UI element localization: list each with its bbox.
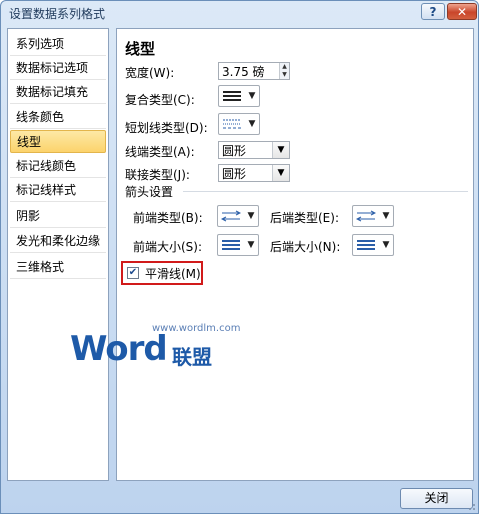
smooth-line-label[interactable]: 平滑线(M) [145, 265, 201, 282]
join-type-value: 圆形 [222, 166, 247, 181]
width-label: 宽度(W): [125, 66, 175, 80]
nav-item-line-color[interactable]: 线条颜色 [10, 106, 106, 129]
smooth-line-checkbox[interactable]: ✔ [127, 267, 139, 279]
chevron-down-icon[interactable]: ▼ [272, 165, 289, 181]
compound-line-icon [223, 91, 241, 101]
settings-panel: 线型 宽度(W): ▲▼ 复合类型(C): ▼ 短划线类型(D): ▼ 线端类型… [70, 28, 474, 481]
category-list: 系列选项 数据标记选项 数据标记填充 线条颜色 线型 标记线颜色 标记线样式 阴… [7, 28, 109, 481]
chevron-down-icon: ▼ [248, 119, 256, 129]
nav-item-line-style[interactable]: 线型 [10, 130, 106, 153]
end-type-label: 后端类型(E): [270, 211, 339, 225]
cap-type-select[interactable]: 圆形 ▼ [218, 141, 290, 159]
nav-item-marker-line-style[interactable]: 标记线样式 [10, 179, 106, 202]
check-icon: ✔ [128, 267, 138, 278]
window-title: 设置数据系列格式 [9, 7, 106, 21]
begin-size-dropdown[interactable]: ▼ [217, 234, 259, 256]
chevron-down-icon: ▼ [248, 91, 256, 101]
section-heading: 线型 [125, 40, 156, 58]
dash-type-dropdown[interactable]: ▼ [218, 113, 260, 135]
nav-item-3d-format[interactable]: 三维格式 [10, 256, 106, 279]
spin-up-icon[interactable]: ▲ [280, 63, 289, 71]
title-bar[interactable]: 设置数据系列格式 ? ✕ [1, 1, 478, 23]
join-type-label: 联接类型(J): [125, 168, 190, 182]
compound-type-label: 复合类型(C): [125, 93, 195, 107]
dash-line-icon [223, 119, 241, 129]
begin-type-dropdown[interactable]: ▼ [217, 205, 259, 227]
chevron-down-icon: ▼ [247, 211, 255, 221]
chevron-down-icon[interactable]: ▼ [272, 142, 289, 158]
chevron-down-icon: ▼ [382, 211, 390, 221]
nav-item-marker-fill[interactable]: 数据标记填充 [10, 81, 106, 104]
nav-item-marker-options[interactable]: 数据标记选项 [10, 57, 106, 80]
nav-item-series-options[interactable]: 系列选项 [10, 33, 106, 56]
close-button[interactable]: 关闭 [400, 488, 473, 509]
close-window-button[interactable]: ✕ [447, 3, 477, 20]
chevron-down-icon: ▼ [247, 240, 255, 250]
question-icon: ? [429, 4, 437, 19]
nav-item-glow-soft-edges[interactable]: 发光和柔化边缘 [10, 230, 106, 253]
chevron-down-icon: ▼ [382, 240, 390, 250]
dialog-window: 设置数据系列格式 ? ✕ 系列选项 数据标记选项 数据标记填充 线条颜色 线型 … [0, 0, 479, 514]
end-type-dropdown[interactable]: ▼ [352, 205, 394, 227]
section-divider [183, 191, 468, 192]
arrow-size-icon [222, 240, 240, 250]
width-spinner[interactable]: ▲▼ [218, 62, 290, 80]
begin-size-label: 前端大小(S): [133, 240, 203, 254]
end-size-dropdown[interactable]: ▼ [352, 234, 394, 256]
join-type-select[interactable]: 圆形 ▼ [218, 164, 290, 182]
nav-item-shadow[interactable]: 阴影 [10, 205, 106, 228]
help-button[interactable]: ? [421, 3, 445, 20]
arrow-type-icon [356, 210, 376, 222]
arrow-type-icon [221, 210, 241, 222]
arrow-settings-heading: 箭头设置 [125, 185, 174, 199]
cap-type-label: 线端类型(A): [125, 145, 195, 159]
arrow-size-icon [357, 240, 375, 250]
dash-type-label: 短划线类型(D): [125, 121, 208, 135]
cap-type-value: 圆形 [222, 143, 247, 158]
width-input[interactable] [219, 63, 279, 79]
resize-grip-icon[interactable] [466, 501, 476, 511]
close-icon: ✕ [456, 4, 468, 19]
compound-type-dropdown[interactable]: ▼ [218, 85, 260, 107]
watermark-brand: Word [70, 329, 168, 369]
watermark-brand-cn: 联盟 [172, 345, 212, 369]
begin-type-label: 前端类型(B): [133, 211, 203, 225]
end-size-label: 后端大小(N): [270, 240, 341, 254]
nav-item-marker-line-color[interactable]: 标记线颜色 [10, 155, 106, 178]
spin-down-icon[interactable]: ▼ [280, 71, 289, 79]
